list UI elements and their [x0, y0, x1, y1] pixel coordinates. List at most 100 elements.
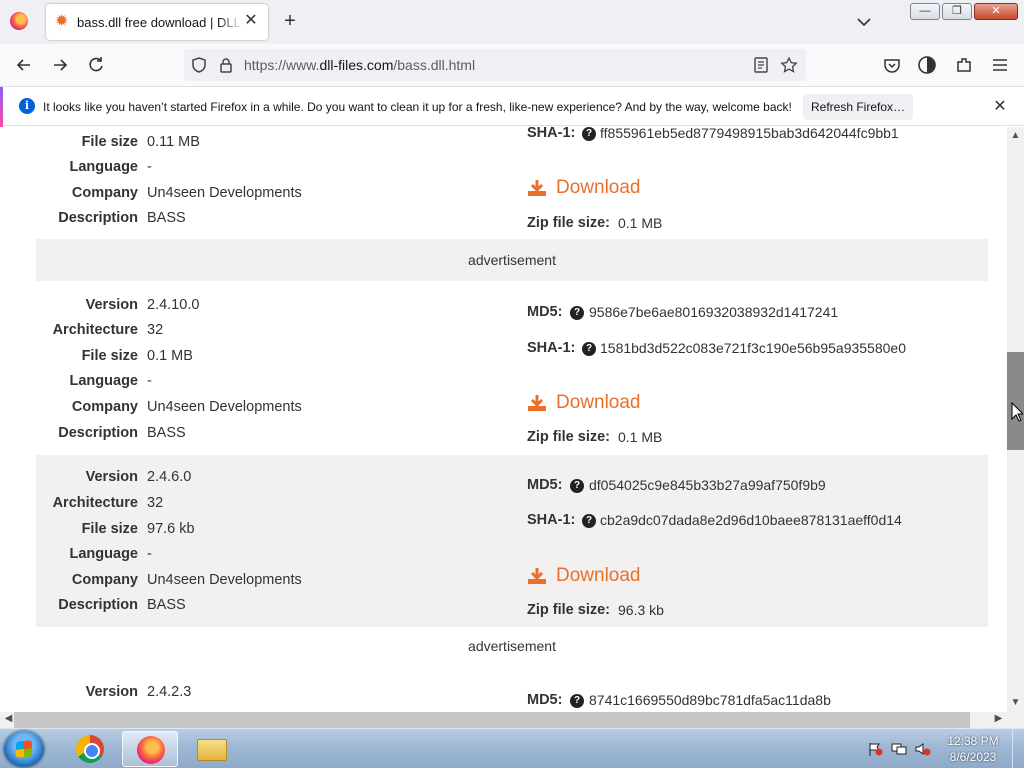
- horizontal-scrollbar-thumb[interactable]: [14, 712, 970, 728]
- new-tab-button[interactable]: +: [280, 11, 300, 31]
- zip-size-label: Zip file size:: [527, 602, 610, 618]
- download-icon: [528, 395, 546, 411]
- company-label: Company: [71, 572, 138, 588]
- scroll-up-arrow-icon[interactable]: ▲: [1007, 130, 1024, 141]
- taskbar-chrome[interactable]: [62, 731, 118, 767]
- zip-size-value: 0.1 MB: [618, 429, 663, 445]
- architecture-value: 32: [147, 322, 164, 338]
- help-icon[interactable]: ?: [582, 514, 596, 528]
- close-window-button[interactable]: ✕: [974, 3, 1018, 20]
- architecture-label: Architecture: [52, 495, 138, 511]
- sha1-value: ff855961eb5ed8779498915bab3d642044fc9bb1: [600, 127, 899, 141]
- help-icon[interactable]: ?: [570, 694, 584, 708]
- scrollbar-corner: [1007, 712, 1024, 728]
- taskbar-firefox[interactable]: [122, 731, 178, 767]
- minimize-button[interactable]: —: [910, 3, 940, 20]
- clock-time: 12:38 PM: [947, 734, 999, 748]
- help-icon[interactable]: ?: [582, 127, 596, 141]
- page-content: File size 0.11 MB Language - Company Un4…: [0, 127, 1007, 712]
- company-value: Un4seen Developments: [147, 399, 302, 415]
- back-icon[interactable]: [14, 55, 34, 75]
- md5-label: MD5:: [527, 477, 563, 493]
- notification-accent: [0, 87, 3, 127]
- zip-size-label: Zip file size:: [527, 429, 610, 445]
- description-label: Description: [58, 210, 138, 226]
- account-sync-icon[interactable]: [917, 55, 937, 75]
- tab-bass-dll[interactable]: ✹ bass.dll free download | DLL-files.com…: [46, 4, 268, 40]
- version-value: 2.4.6.0: [147, 469, 192, 485]
- company-value: Un4seen Developments: [147, 185, 302, 201]
- version-label: Version: [85, 684, 138, 700]
- address-bar[interactable]: https://www.dll-files.com/bass.dll.html: [184, 49, 806, 81]
- zip-size-value: 96.3 kb: [618, 602, 664, 618]
- download-label[interactable]: Download: [556, 565, 641, 587]
- tab-title: bass.dll free download | DLL-files.com: [77, 15, 243, 30]
- description-label: Description: [58, 597, 138, 613]
- language-label: Language: [69, 159, 138, 175]
- volume-muted-icon[interactable]: [915, 742, 931, 756]
- reader-view-icon[interactable]: [752, 56, 770, 74]
- help-icon[interactable]: ?: [570, 479, 584, 493]
- folder-icon: [197, 739, 227, 761]
- action-center-flag-icon[interactable]: [867, 742, 883, 756]
- scroll-right-arrow-icon[interactable]: ▶: [990, 713, 1007, 724]
- list-all-tabs-icon[interactable]: [855, 13, 873, 31]
- language-value: -: [147, 546, 152, 562]
- bookmark-star-icon[interactable]: [780, 56, 798, 74]
- pocket-icon[interactable]: [882, 55, 902, 75]
- url-host: dll-files.com: [319, 57, 394, 73]
- refresh-firefox-button[interactable]: Refresh Firefox…: [803, 94, 913, 120]
- close-notification-icon[interactable]: ✕: [990, 97, 1010, 117]
- lock-icon[interactable]: [217, 56, 235, 74]
- version-value: 2.4.2.3: [147, 684, 192, 700]
- company-value: Un4seen Developments: [147, 572, 302, 588]
- hamburger-menu-icon[interactable]: [990, 55, 1010, 75]
- window-controls: — ❐ ✕: [910, 3, 1018, 20]
- extensions-icon[interactable]: [954, 55, 974, 75]
- clock-date: 8/6/2023: [949, 750, 997, 764]
- sha1-label: SHA-1:: [527, 127, 576, 141]
- scroll-down-arrow-icon[interactable]: ▼: [1007, 697, 1024, 708]
- file-size-value: 97.6 kb: [147, 521, 195, 537]
- md5-label: MD5:: [527, 692, 563, 708]
- url-prefix: https://www.: [244, 57, 320, 73]
- company-label: Company: [71, 185, 138, 201]
- md5-value: 8741c1669550d89bc781dfa5ac11da8b: [589, 692, 831, 708]
- dll-version-entry: Version 2.4.2.3 MD5: ? 8741c1669550d89bc…: [36, 667, 988, 712]
- description-value: BASS: [147, 425, 186, 441]
- reload-icon[interactable]: [86, 55, 106, 75]
- description-value: BASS: [147, 210, 186, 226]
- architecture-value: 32: [147, 495, 164, 511]
- dll-version-entry: File size 0.11 MB Language - Company Un4…: [36, 127, 988, 239]
- file-size-value: 0.11 MB: [147, 134, 200, 150]
- start-button[interactable]: [4, 731, 44, 767]
- help-icon[interactable]: ?: [570, 306, 584, 320]
- help-icon[interactable]: ?: [582, 342, 596, 356]
- description-label: Description: [58, 425, 138, 441]
- language-value: -: [147, 373, 152, 389]
- url-text[interactable]: https://www.dll-files.com/bass.dll.html: [244, 57, 475, 73]
- network-icon[interactable]: [891, 742, 907, 756]
- file-size-value: 0.1 MB: [147, 348, 193, 364]
- dll-version-entry: Version 2.4.6.0 Architecture 32 File siz…: [36, 455, 988, 627]
- tracking-protection-shield-icon[interactable]: [190, 56, 208, 74]
- restore-button[interactable]: ❐: [942, 3, 972, 20]
- forward-icon[interactable]: [50, 55, 70, 75]
- show-desktop-button[interactable]: [1012, 729, 1024, 768]
- scroll-left-arrow-icon[interactable]: ◀: [0, 713, 17, 724]
- vertical-scrollbar-thumb[interactable]: [1007, 352, 1024, 450]
- firefox-menu-icon[interactable]: [10, 12, 28, 30]
- download-label[interactable]: Download: [556, 177, 641, 199]
- description-value: BASS: [147, 597, 186, 613]
- md5-value: df054025c9e845b33b27a99af750f9b9: [589, 477, 826, 493]
- version-value: 2.4.10.0: [147, 297, 200, 313]
- system-clock[interactable]: 12:38 PM 8/6/2023: [940, 733, 1006, 765]
- advertisement-label: advertisement: [468, 638, 556, 654]
- download-label[interactable]: Download: [556, 392, 641, 414]
- taskbar-file-explorer[interactable]: [184, 731, 240, 767]
- language-label: Language: [69, 546, 138, 562]
- close-tab-icon[interactable]: ✕: [242, 12, 260, 30]
- navigation-toolbar: https://www.dll-files.com/bass.dll.html: [0, 44, 1024, 86]
- zip-size-label: Zip file size:: [527, 215, 610, 231]
- chrome-icon: [76, 735, 104, 763]
